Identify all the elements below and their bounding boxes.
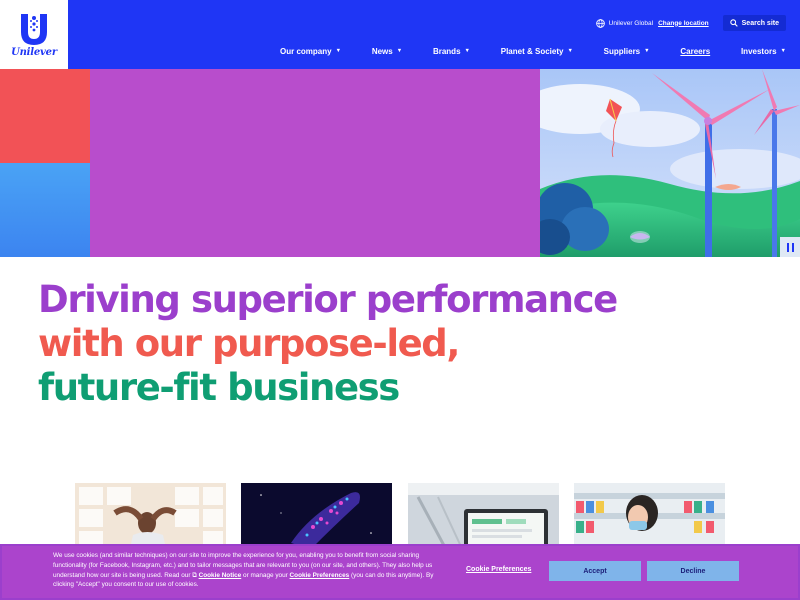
nav-news[interactable]: News ▼ xyxy=(372,47,402,56)
headline-line-2: with our purpose-led, xyxy=(38,322,460,365)
card-science-microscopy[interactable] xyxy=(241,483,392,553)
nav-label: Suppliers xyxy=(603,46,641,56)
page: Unilever Unilever Global Change location… xyxy=(0,0,800,600)
nav-label: Our company xyxy=(280,46,332,56)
cookie-notice-link[interactable]: Cookie Notice xyxy=(199,572,242,579)
unilever-logo[interactable]: Unilever xyxy=(0,0,68,69)
pause-bar xyxy=(786,242,789,252)
cookie-text-part: or manage your xyxy=(241,571,290,579)
main-nav: Our company ▼ News ▼ Brands ▼ Planet & S… xyxy=(280,44,786,58)
caret-down-icon: ▼ xyxy=(464,48,470,54)
featured-cards xyxy=(75,483,726,553)
nav-planet-society[interactable]: Planet & Society ▼ xyxy=(501,47,573,56)
pause-bar xyxy=(791,242,794,252)
caret-down-icon: ▼ xyxy=(567,48,573,54)
globe-icon xyxy=(595,18,605,28)
search-icon xyxy=(729,19,738,27)
search-label: Search site xyxy=(741,19,779,27)
card-image-woman-shopping xyxy=(574,483,725,553)
hero-purple-block xyxy=(90,69,540,257)
site-header: Unilever Unilever Global Change location… xyxy=(0,0,800,69)
card-image-factory xyxy=(408,483,559,553)
hero-red-block xyxy=(0,69,90,163)
hero-headline: Driving superior performance with our pu… xyxy=(38,278,738,410)
hero-blue-block xyxy=(0,163,90,257)
unilever-u-logo-icon xyxy=(21,13,47,45)
caret-down-icon: ▼ xyxy=(780,48,786,54)
decline-button[interactable]: Decline xyxy=(647,561,739,581)
card-image-woman-stretching xyxy=(75,483,226,553)
card-image-microscopy xyxy=(241,483,392,553)
cookie-preferences-link[interactable]: Cookie Preferences xyxy=(290,572,350,579)
pause-button[interactable] xyxy=(780,237,800,257)
caret-down-icon: ▼ xyxy=(644,48,650,54)
search-button[interactable]: Search site xyxy=(722,15,786,31)
accept-button[interactable]: Accept xyxy=(549,561,641,581)
headline-line-1: Driving superior performance xyxy=(38,278,618,321)
cookie-message: We use cookies (and similar techniques) … xyxy=(53,551,448,590)
hero-banner xyxy=(0,69,800,257)
cookie-preferences-button[interactable]: Cookie Preferences xyxy=(466,566,531,573)
utility-bar: Unilever Global Change location Search s… xyxy=(595,15,786,31)
caret-down-icon: ▼ xyxy=(396,48,403,54)
nav-label: News xyxy=(371,46,393,56)
nav-our-company[interactable]: Our company ▼ xyxy=(280,47,341,56)
nav-label: Brands xyxy=(432,46,461,56)
nav-investors[interactable]: Investors ▼ xyxy=(741,47,786,56)
region-label: Unilever Global xyxy=(608,19,654,27)
card-factory-screen[interactable] xyxy=(408,483,559,553)
card-woman-stretching[interactable] xyxy=(75,483,226,553)
nav-careers[interactable]: Careers xyxy=(680,47,710,56)
nav-brands[interactable]: Brands ▼ xyxy=(433,47,470,56)
nav-label: Investors xyxy=(740,46,777,56)
headline-line-3: future-fit business xyxy=(38,366,400,409)
nav-suppliers[interactable]: Suppliers ▼ xyxy=(604,47,650,56)
caret-down-icon: ▼ xyxy=(335,48,342,54)
change-location-link[interactable]: Change location xyxy=(658,20,709,27)
nav-label: Planet & Society xyxy=(500,46,564,56)
nav-label: Careers xyxy=(680,46,711,56)
card-woman-shopping[interactable] xyxy=(574,483,725,553)
hero-wind-turbine-illustration xyxy=(540,69,800,257)
wind-turbine-landscape-image xyxy=(540,69,800,257)
logo-wordmark: Unilever xyxy=(11,46,57,58)
